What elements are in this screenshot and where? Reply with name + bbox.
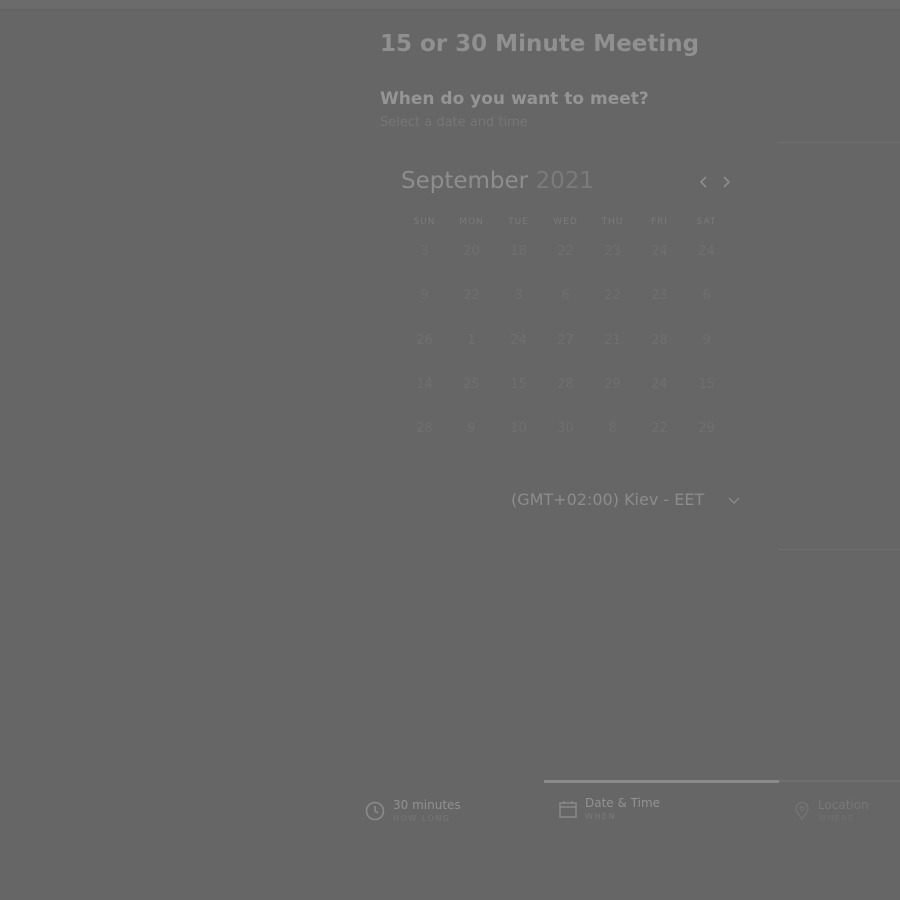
when-question: When do you want to meet? [380,89,649,109]
weekday-mon: MON [459,217,484,227]
calendar-day[interactable]: 18 [495,244,542,259]
calendar-day[interactable]: 21 [589,333,636,348]
divider [778,142,900,143]
progress-active-step [544,780,779,783]
meeting-title: 15 or 30 Minute Meeting [380,31,700,57]
calendar-icon [559,801,577,818]
calendar-day[interactable]: 20 [448,244,495,259]
timezone-label: (GMT+02:00) Kiev - EET [511,490,705,509]
calendar-day[interactable]: 28 [636,333,683,348]
calendar-day[interactable]: 6 [683,288,730,303]
clock-icon [365,801,385,821]
calendar-day[interactable]: 27 [542,333,589,348]
calendar-day[interactable]: 24 [636,377,683,392]
calendar-day[interactable]: 28 [401,421,448,436]
calendar-day[interactable]: 22 [636,421,683,436]
calendar-day[interactable]: 24 [495,333,542,348]
progress-track [778,780,900,782]
chevron-right-icon [723,176,731,188]
next-month-button[interactable] [716,172,736,192]
calendar-day[interactable]: 22 [542,244,589,259]
calendar-day[interactable]: 28 [542,377,589,392]
calendar-day[interactable]: 1 [448,333,495,348]
top-bar [0,0,900,10]
calendar-day[interactable]: 9 [683,333,730,348]
calendar-day[interactable]: 3 [401,244,448,259]
calendar-day[interactable]: 30 [542,421,589,436]
previous-month-button[interactable] [694,172,714,192]
step-location[interactable]: Location WHERE [790,797,900,829]
calendar-day[interactable]: 6 [542,288,589,303]
calendar-day[interactable]: 3 [495,288,542,303]
calendar-day[interactable]: 9 [401,288,448,303]
step-subtitle: WHEN [585,812,616,821]
weekday-thu: THU [601,217,624,227]
step-duration[interactable]: 30 minutes HOW LONG [363,797,533,829]
divider [778,549,900,550]
calendar-day[interactable]: 9 [448,421,495,436]
calendar-day[interactable]: 24 [683,244,730,259]
weekday-fri: FRI [650,217,669,227]
calendar-day[interactable]: 25 [448,377,495,392]
weekday-tue: TUE [508,217,529,227]
chevron-left-icon [699,176,707,188]
location-pin-icon [795,801,809,821]
calendar-day[interactable]: 29 [589,377,636,392]
weekday-sun: SUN [413,217,436,227]
step-date-time[interactable]: Date & Time WHEN [556,795,756,829]
calendar-day[interactable]: 10 [495,421,542,436]
calendar-day[interactable]: 14 [401,377,448,392]
calendar-day[interactable]: 15 [495,377,542,392]
calendar-year: 2021 [535,168,594,194]
weekday-sat: SAT [696,217,717,227]
chevron-down-icon [728,497,740,504]
scheduler-page: 15 or 30 Minute Meeting When do you want… [0,0,900,900]
weekday-wed: WED [553,217,578,227]
calendar-day[interactable]: 8 [589,421,636,436]
calendar-day[interactable]: 22 [589,288,636,303]
calendar-day[interactable]: 15 [683,377,730,392]
calendar-day[interactable]: 22 [448,288,495,303]
calendar-month-year: September 2021 [401,168,594,194]
calendar-day[interactable]: 26 [401,333,448,348]
calendar-month: September [401,168,529,194]
calendar-day[interactable]: 23 [589,244,636,259]
calendar-day[interactable]: 29 [683,421,730,436]
step-subtitle: WHERE [818,814,856,823]
step-title: Date & Time [585,796,661,810]
when-subtitle: Select a date and time [380,115,528,130]
calendar-day[interactable]: 24 [636,244,683,259]
step-title: 30 minutes [393,798,461,812]
step-title: Location [818,798,869,812]
calendar-day[interactable]: 23 [636,288,683,303]
step-subtitle: HOW LONG [393,814,451,823]
